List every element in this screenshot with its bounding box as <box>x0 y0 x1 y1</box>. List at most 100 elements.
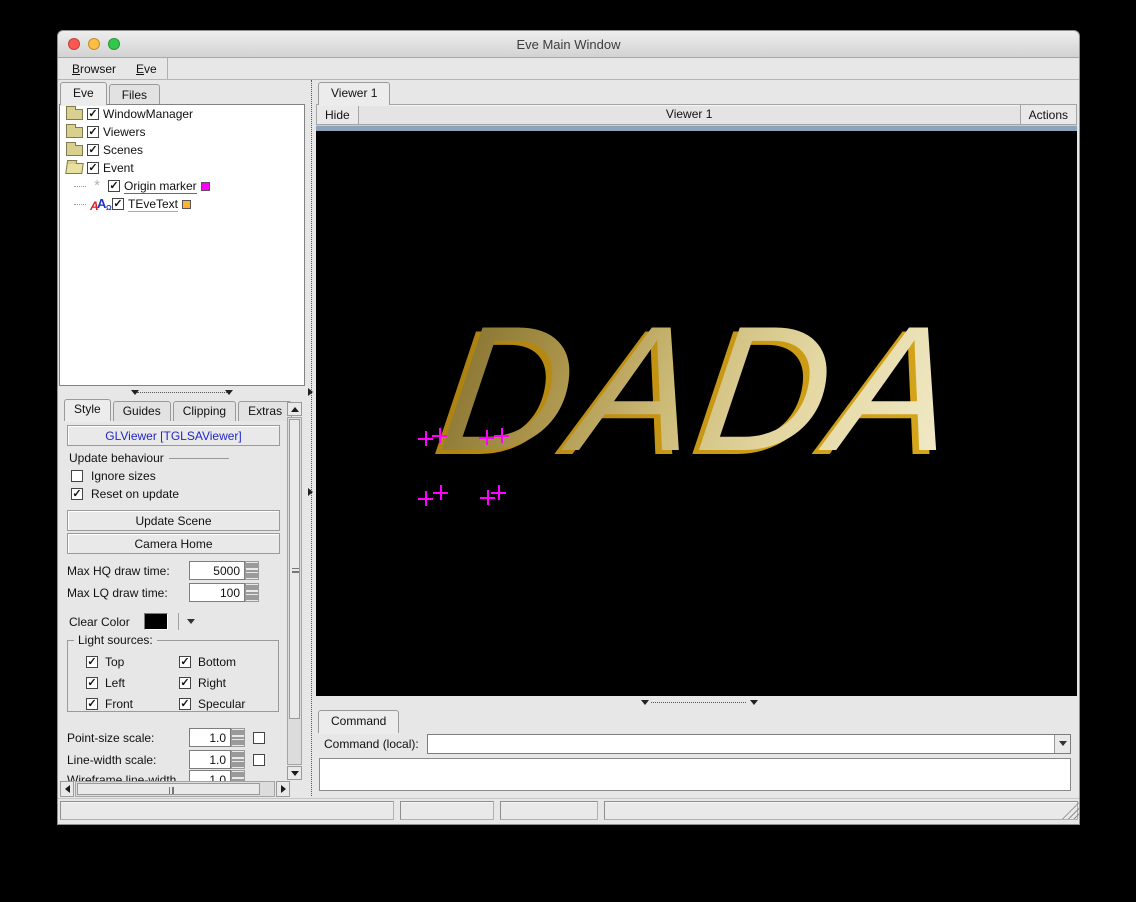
checkbox-label: Ignore sizes <box>91 469 156 483</box>
tree-item-label[interactable]: Viewers <box>103 125 145 139</box>
combo-dropdown-icon[interactable] <box>1054 735 1070 753</box>
origin-marker-cross <box>479 430 494 445</box>
actions-button[interactable]: Actions <box>1020 105 1076 124</box>
light-source-top[interactable]: ✓Top <box>86 655 179 669</box>
style-panel-horizontal-scrollbar[interactable] <box>60 781 290 797</box>
clear-color-swatch[interactable] <box>144 613 168 630</box>
tree-item-windowmanager[interactable]: ✓ WindowManager <box>60 105 304 123</box>
command-input[interactable] <box>428 735 1054 753</box>
tab-guides[interactable]: Guides <box>113 401 171 421</box>
color-swatch[interactable] <box>201 182 210 191</box>
scale-extra-checkbox[interactable] <box>253 754 265 766</box>
tree-item-event[interactable]: ✓ Event <box>60 159 304 177</box>
tree-item-checkbox[interactable]: ✓ <box>87 162 99 174</box>
tree-item-label[interactable]: Origin marker <box>124 179 197 194</box>
command-combobox[interactable] <box>427 734 1071 754</box>
spin-down-icon[interactable] <box>245 571 259 581</box>
tree-item-checkbox[interactable]: ✓ <box>87 108 99 120</box>
scroll-left-icon[interactable] <box>60 781 74 797</box>
checkbox-top[interactable]: ✓ <box>86 656 98 668</box>
hide-button[interactable]: Hide <box>317 105 359 124</box>
scroll-right-icon[interactable] <box>276 781 290 797</box>
menu-eve[interactable]: Eve <box>126 62 167 76</box>
tab-extras[interactable]: Extras <box>238 401 292 421</box>
tree-item-checkbox[interactable]: ✓ <box>112 198 124 210</box>
light-source-specular[interactable]: ✓Specular <box>179 697 272 711</box>
number-entry[interactable]: 1.0 <box>189 770 231 781</box>
light-source-right[interactable]: ✓ Right <box>179 676 272 690</box>
checkbox-bottom[interactable]: ✓ <box>179 656 191 668</box>
tree-item-label[interactable]: Scenes <box>103 143 143 157</box>
viewer-title[interactable]: Viewer 1 <box>359 105 1020 124</box>
tab-style[interactable]: Style <box>64 399 111 421</box>
style-panel-vertical-scrollbar[interactable] <box>287 402 302 780</box>
panel-splitter[interactable] <box>306 80 316 796</box>
tree-style-splitter[interactable] <box>59 386 305 398</box>
tree-item-checkbox[interactable]: ✓ <box>87 126 99 138</box>
splitter-collapse-icon[interactable] <box>225 390 233 395</box>
light-source-bottom[interactable]: ✓Bottom <box>179 655 272 669</box>
menu-items: BrowserEve <box>58 58 168 79</box>
tree-item-scenes[interactable]: ✓ Scenes <box>60 141 304 159</box>
splitter-collapse-icon[interactable] <box>308 488 313 496</box>
tree-item-checkbox[interactable]: ✓ <box>108 180 120 192</box>
tree-item-label[interactable]: WindowManager <box>103 107 193 121</box>
splitter-collapse-icon[interactable] <box>308 388 313 396</box>
title-bar[interactable]: Eve Main Window <box>58 31 1079 58</box>
checkbox-label: Right <box>198 676 226 690</box>
splitter-collapse-icon[interactable] <box>750 700 758 705</box>
origin-marker-cross <box>491 485 506 500</box>
spin-up-icon[interactable] <box>231 728 245 738</box>
checkbox-left[interactable]: ✓ <box>86 677 98 689</box>
tree-item-checkbox[interactable]: ✓ <box>87 144 99 156</box>
gl-viewport[interactable]: DADA DADA <box>316 131 1077 696</box>
checkbox-reset-on-update[interactable]: ✓ <box>71 488 83 500</box>
tab-files[interactable]: Files <box>109 84 160 105</box>
scroll-up-icon[interactable] <box>287 402 302 416</box>
number-entry[interactable]: 1.0 <box>189 728 231 747</box>
viewer-command-splitter[interactable] <box>316 696 1077 708</box>
spin-down-icon[interactable] <box>231 738 245 748</box>
clear-color-dropdown-icon[interactable] <box>187 619 195 624</box>
scale-extra-checkbox[interactable] <box>253 732 265 744</box>
tab-clipping[interactable]: Clipping <box>173 401 236 421</box>
spin-up-icon[interactable] <box>245 561 259 571</box>
viewer-toolbar: Hide Viewer 1 Actions <box>316 104 1077 125</box>
scroll-down-icon[interactable] <box>287 766 302 780</box>
update-scene-button[interactable]: Update Scene <box>67 510 280 531</box>
spin-down-icon[interactable] <box>231 760 245 770</box>
spin-up-icon[interactable] <box>231 770 245 780</box>
scene-text-dada: DADA DADA <box>432 309 1016 479</box>
menu-browser[interactable]: Browser <box>62 62 126 76</box>
checkbox-front[interactable]: ✓ <box>86 698 98 710</box>
spin-down-icon[interactable] <box>245 593 259 603</box>
glviewer-button[interactable]: GLViewer [TGLSAViewer] <box>67 425 280 446</box>
checkbox-right[interactable]: ✓ <box>179 677 191 689</box>
checkbox-ignore-sizes[interactable] <box>71 470 83 482</box>
tree-item-viewers[interactable]: ✓ Viewers <box>60 123 304 141</box>
number-entry[interactable]: 100 <box>189 583 245 602</box>
scrollbar-thumb[interactable] <box>77 783 260 795</box>
tab-viewer-1[interactable]: Viewer 1 <box>318 82 390 105</box>
tree-item-tevetext[interactable]: AAΩ✓TEveText <box>60 195 304 213</box>
checkbox-specular[interactable]: ✓ <box>179 698 191 710</box>
scrollbar-thumb[interactable] <box>289 419 300 719</box>
spin-up-icon[interactable] <box>231 750 245 760</box>
command-output[interactable] <box>319 758 1071 791</box>
tree-item-origin-marker[interactable]: *✓Origin marker <box>60 177 304 195</box>
number-entry[interactable]: 5000 <box>189 561 245 580</box>
tab-eve[interactable]: Eve <box>60 82 107 105</box>
close-window-button[interactable] <box>68 38 80 50</box>
minimize-window-button[interactable] <box>88 38 100 50</box>
tab-command[interactable]: Command <box>318 710 399 733</box>
camera-home-button[interactable]: Camera Home <box>67 533 280 554</box>
color-swatch[interactable] <box>182 200 191 209</box>
light-source-front[interactable]: ✓Front <box>86 697 179 711</box>
tree-item-label[interactable]: TEveText <box>128 197 178 212</box>
zoom-window-button[interactable] <box>108 38 120 50</box>
splitter-collapse-icon[interactable] <box>641 700 649 705</box>
number-entry[interactable]: 1.0 <box>189 750 231 769</box>
light-source-left[interactable]: ✓Left <box>86 676 179 690</box>
spin-up-icon[interactable] <box>245 583 259 593</box>
tree-item-label[interactable]: Event <box>103 161 134 175</box>
